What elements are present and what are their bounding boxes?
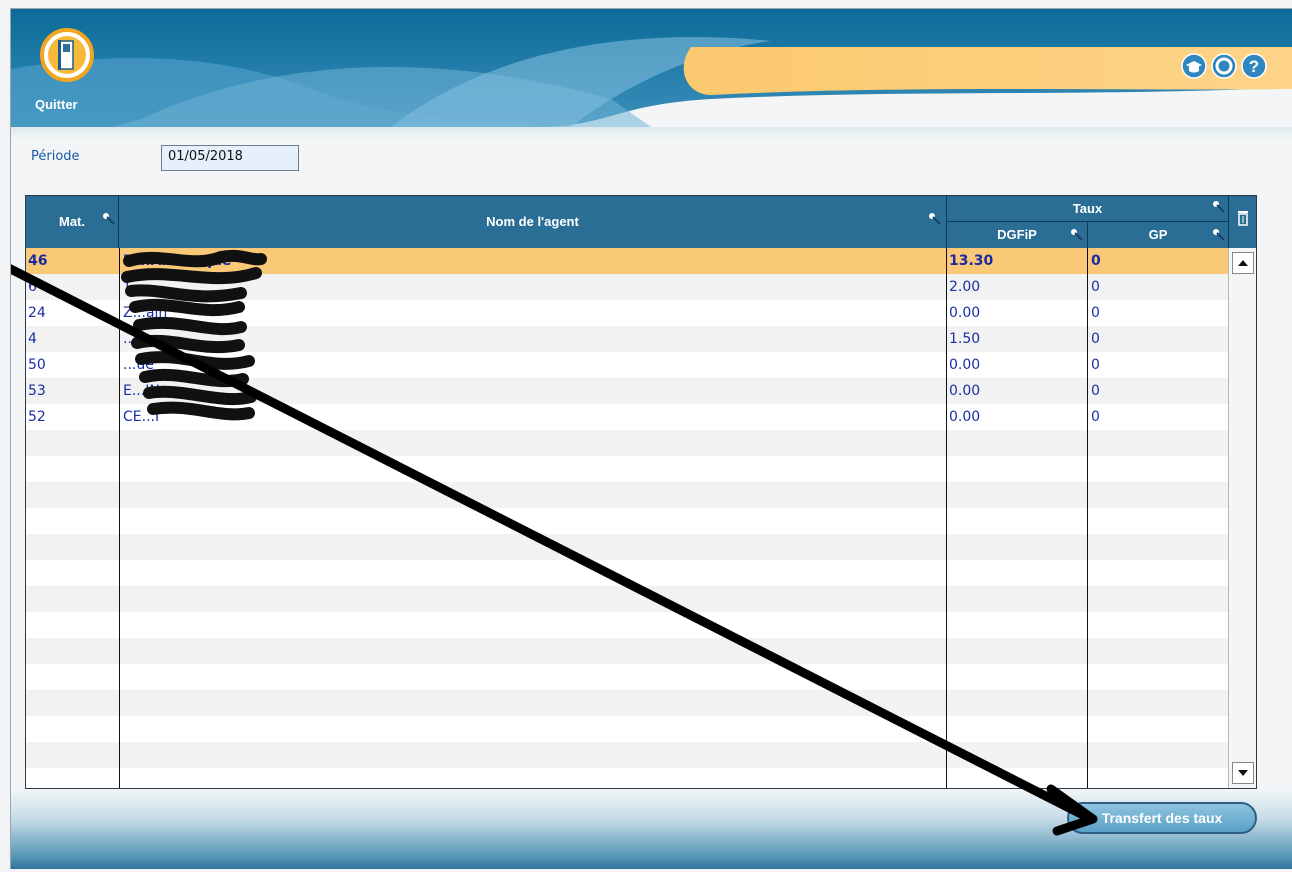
help-icon[interactable]: ? bbox=[1241, 53, 1267, 79]
redaction-scribble bbox=[121, 249, 267, 421]
table-row[interactable] bbox=[26, 456, 1228, 482]
column-header-gp[interactable]: GP bbox=[1088, 222, 1228, 248]
table-row[interactable] bbox=[26, 560, 1228, 586]
table-row[interactable] bbox=[26, 612, 1228, 638]
column-header-taux: Taux bbox=[947, 196, 1228, 222]
table-row[interactable] bbox=[26, 664, 1228, 690]
column-divider bbox=[946, 248, 947, 788]
table-row[interactable] bbox=[26, 482, 1228, 508]
sort-icon[interactable] bbox=[928, 212, 942, 226]
sort-icon[interactable] bbox=[1212, 228, 1226, 242]
cell-mat: 52 bbox=[28, 409, 46, 425]
cell-gp: 0 bbox=[1091, 383, 1100, 399]
support-icon[interactable] bbox=[1211, 53, 1237, 79]
triangle-up-icon bbox=[1238, 260, 1248, 266]
table-row[interactable] bbox=[26, 768, 1228, 788]
column-chooser-header[interactable] bbox=[1228, 196, 1256, 248]
column-header-dgfip[interactable]: DGFiP bbox=[947, 222, 1088, 248]
cell-gp: 0 bbox=[1091, 253, 1101, 269]
scroll-down-button[interactable] bbox=[1232, 762, 1254, 784]
cell-gp: 0 bbox=[1091, 331, 1100, 347]
sort-icon[interactable] bbox=[102, 212, 116, 226]
sort-icon[interactable] bbox=[1070, 228, 1084, 242]
cell-dgfip: 1.50 bbox=[949, 331, 981, 347]
quit-button[interactable]: Quitter bbox=[25, 23, 101, 123]
header-banner bbox=[11, 9, 1292, 139]
column-divider bbox=[119, 248, 120, 788]
cell-mat: 6 bbox=[28, 279, 37, 295]
cell-gp: 0 bbox=[1091, 305, 1100, 321]
table-row[interactable] bbox=[26, 690, 1228, 716]
cell-dgfip: 0.00 bbox=[949, 383, 981, 399]
table-row[interactable] bbox=[26, 534, 1228, 560]
column-divider bbox=[1087, 248, 1088, 788]
cell-dgfip: 2.00 bbox=[949, 279, 981, 295]
cell-dgfip: 0.00 bbox=[949, 409, 981, 425]
table-row[interactable] bbox=[26, 638, 1228, 664]
cell-dgfip: 0.00 bbox=[949, 357, 981, 373]
sort-icon[interactable] bbox=[1212, 200, 1226, 214]
table-row[interactable] bbox=[26, 716, 1228, 742]
period-label: Période bbox=[31, 149, 80, 164]
transfer-rates-button[interactable]: Transfert des taux bbox=[1067, 802, 1257, 834]
cell-mat: 50 bbox=[28, 357, 46, 373]
cell-mat: 24 bbox=[28, 305, 46, 321]
scroll-up-button[interactable] bbox=[1232, 252, 1254, 274]
cell-mat: 4 bbox=[28, 331, 37, 347]
table-row[interactable] bbox=[26, 586, 1228, 612]
table-row[interactable] bbox=[26, 742, 1228, 768]
trash-icon bbox=[1238, 211, 1248, 226]
table-row[interactable] bbox=[26, 508, 1228, 534]
column-header-name[interactable]: Nom de l'agent bbox=[119, 196, 947, 248]
vertical-scrollbar[interactable] bbox=[1228, 248, 1256, 788]
cell-gp: 0 bbox=[1091, 357, 1100, 373]
svg-text:?: ? bbox=[1249, 57, 1259, 76]
cell-dgfip: 0.00 bbox=[949, 305, 981, 321]
door-exit-icon bbox=[40, 28, 94, 82]
cell-gp: 0 bbox=[1091, 409, 1100, 425]
cell-gp: 0 bbox=[1091, 279, 1100, 295]
cell-dgfip: 13.30 bbox=[949, 253, 994, 269]
cell-mat: 46 bbox=[28, 253, 48, 269]
app-window: Quitter ? Période 01/05/2018 Mat. Nom de… bbox=[10, 8, 1292, 869]
graduation-cap-icon[interactable] bbox=[1181, 53, 1207, 79]
cell-mat: 53 bbox=[28, 383, 46, 399]
quit-label: Quitter bbox=[35, 97, 78, 112]
triangle-down-icon bbox=[1238, 770, 1248, 776]
period-field[interactable]: 01/05/2018 bbox=[161, 145, 299, 171]
table-row[interactable] bbox=[26, 430, 1228, 456]
